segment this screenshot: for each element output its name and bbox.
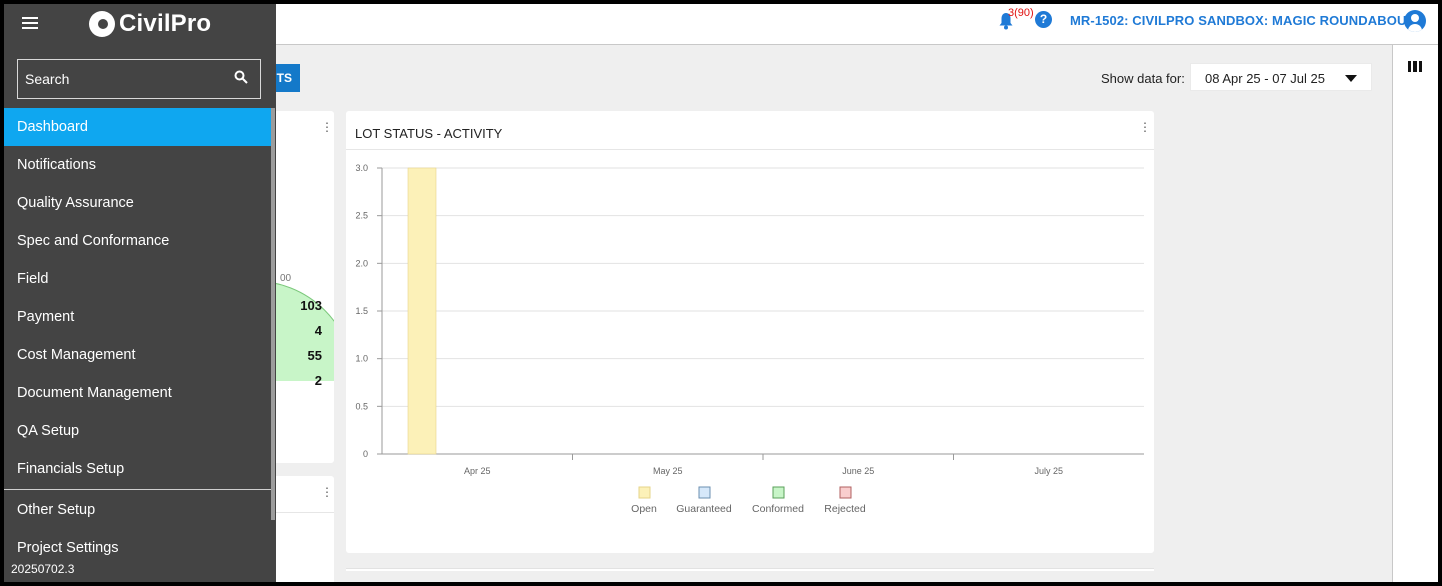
right-panel-strip [1392,45,1438,582]
sidebar-item-document-management[interactable]: Document Management [4,374,274,412]
app-version: 20250702.3 [11,562,75,576]
sidebar-scrollbar[interactable] [271,108,275,520]
search-icon[interactable] [234,70,248,84]
x-tick-label: Apr 25 [464,466,491,476]
search-placeholder: Search [25,71,70,87]
help-icon[interactable]: ? [1035,11,1052,28]
x-tick-label: July 25 [1034,466,1063,476]
sidebar-nav: Dashboard Notifications Quality Assuranc… [4,108,274,567]
lot-status-chart-card: LOT STATUS - ACTIVITY ⋮ 0 0.5 1.0 1.5 2.0 2.5… [346,111,1154,553]
civilpro-logo-icon [89,11,115,37]
sidebar-item-field[interactable]: Field [4,260,274,298]
chevron-down-icon [1345,75,1357,82]
show-data-label: Show data for: [1101,71,1185,86]
logo[interactable]: CivilPro [89,10,211,38]
legend-label: Conformed [752,503,804,515]
legend-label: Guaranteed [676,503,732,515]
y-tick-label: 1.0 [355,354,368,364]
sidebar-item-spec-and-conformance[interactable]: Spec and Conformance [4,222,274,260]
bar-open [407,167,437,455]
card-menu-icon[interactable]: ⋮ [321,486,333,498]
y-tick-label: 2.0 [355,258,368,268]
sidebar: CivilPro Search Dashboard Notifications … [4,4,276,582]
sidebar-item-notifications[interactable]: Notifications [4,146,274,184]
date-range-value: 08 Apr 25 - 07 Jul 25 [1205,71,1325,86]
x-tick-label: May 25 [653,466,683,476]
sidebar-item-cost-management[interactable]: Cost Management [4,336,274,374]
user-avatar-icon[interactable] [1404,10,1426,32]
next-card-edge [346,568,1154,571]
project-title[interactable]: MR-1502: CIVILPRO SANDBOX: MAGIC ROUNDAB… [1070,13,1414,28]
legend-label: Rejected [824,503,866,515]
legend-swatch [772,486,785,499]
legend-swatch [638,486,651,499]
sidebar-item-dashboard[interactable]: Dashboard [4,108,274,146]
legend-swatch [839,486,852,499]
sidebar-divider [4,489,274,490]
sidebar-item-payment[interactable]: Payment [4,298,274,336]
notification-count[interactable]: 3(90) [1008,7,1034,19]
columns-icon[interactable] [1408,61,1422,72]
legend-swatch [698,486,711,499]
stat-value: 103 [300,298,322,313]
legend-label: Open [631,503,657,515]
search-input[interactable]: Search [17,59,261,99]
lot-status-bar-chart: 0 0.5 1.0 1.5 2.0 2.5 3.0 Apr 25 May 25 June 25 Ju… [355,163,1144,515]
x-tick-label: June 25 [842,466,874,476]
stat-value: 55 [307,348,322,363]
sidebar-item-other-setup[interactable]: Other Setup [4,491,274,529]
card-menu-icon[interactable]: ⋮ [321,121,333,133]
y-tick-label: 0.5 [355,401,368,411]
stat-value: 4 [314,323,322,338]
hamburger-menu-icon[interactable] [22,17,38,29]
brand-name: CivilPro [119,10,212,37]
sidebar-item-quality-assurance[interactable]: Quality Assurance [4,184,274,222]
y-tick-label: 2.5 [355,211,368,221]
sidebar-item-qa-setup[interactable]: QA Setup [4,412,274,450]
y-tick-label: 1.5 [355,306,368,316]
app-frame: 3(90) ? MR-1502: CIVILPRO SANDBOX: MAGIC… [4,4,1438,582]
stat-value: 2 [314,373,322,388]
y-tick-label: 3.0 [355,163,368,173]
y-tick-label: 0 [363,449,368,459]
date-range-select[interactable]: 08 Apr 25 - 07 Jul 25 [1190,63,1372,91]
gauge-label: 00 [280,273,292,284]
sidebar-item-financials-setup[interactable]: Financials Setup [4,450,274,488]
